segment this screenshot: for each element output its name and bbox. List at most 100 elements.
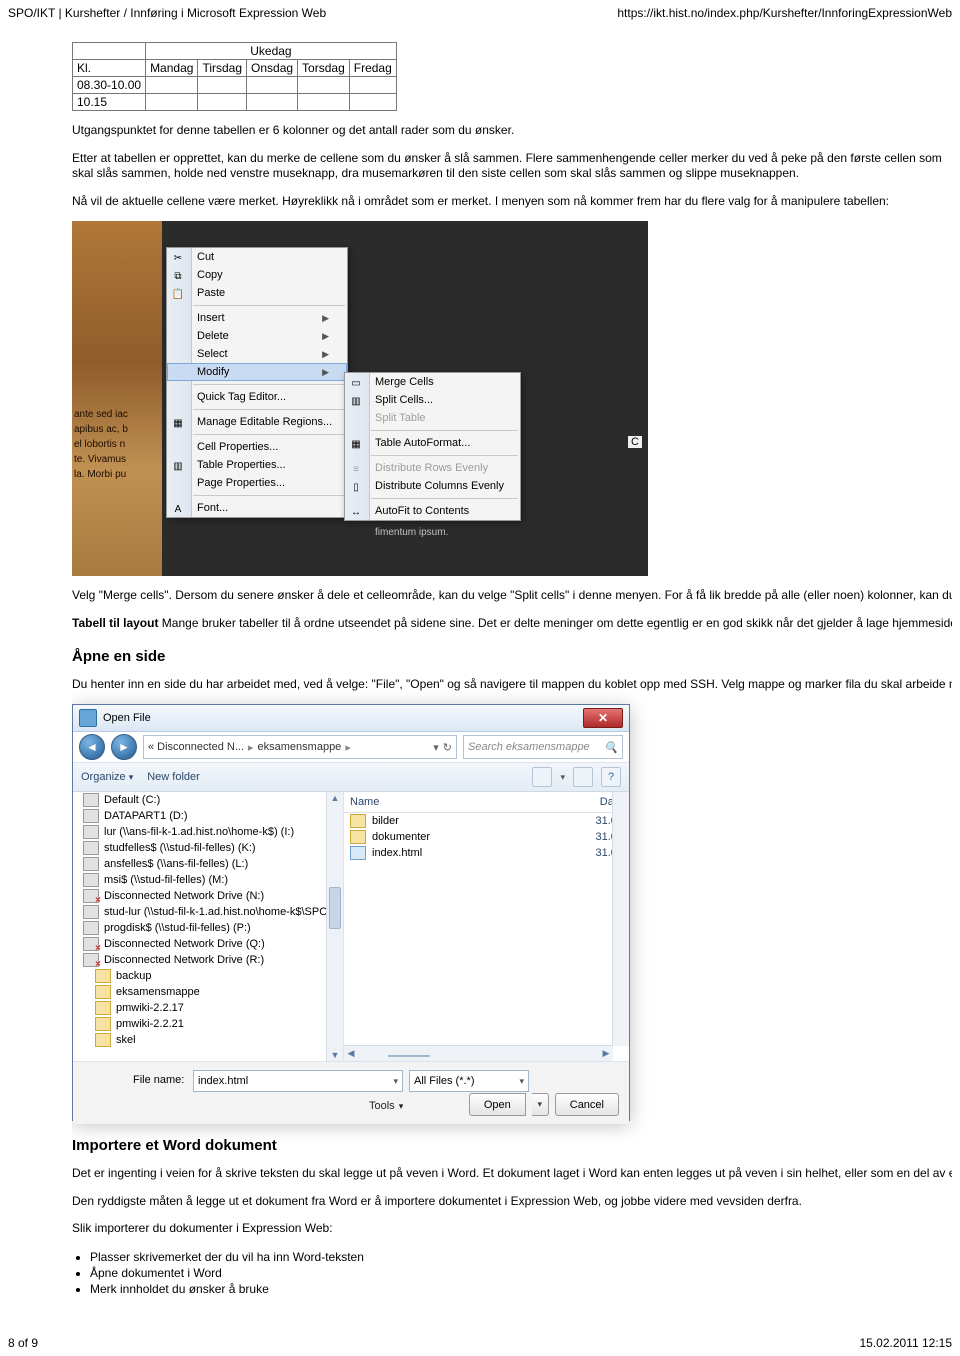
bg-text: ante sed iac bbox=[74, 409, 128, 420]
nav-tree-item[interactable]: studfelles$ (\\stud-fil-felles) (K:) bbox=[73, 840, 343, 856]
cancel-button[interactable]: Cancel bbox=[555, 1093, 619, 1116]
col-fri: Fredag bbox=[349, 60, 396, 77]
menu-item[interactable]: ▦Manage Editable Regions... bbox=[167, 413, 347, 431]
col-tue: Tirsdag bbox=[198, 60, 247, 77]
scroll-down-icon[interactable]: ▼ bbox=[330, 1049, 340, 1061]
forward-button[interactable]: ► bbox=[111, 734, 137, 760]
scrollbar-vertical[interactable] bbox=[612, 792, 629, 1046]
menu-item[interactable]: Quick Tag Editor... bbox=[167, 388, 347, 406]
nav-tree-item[interactable]: Disconnected Network Drive (N:) bbox=[73, 888, 343, 904]
dialog-titlebar: Open File ✕ bbox=[73, 705, 629, 732]
nav-tree-item[interactable]: Disconnected Network Drive (Q:) bbox=[73, 936, 343, 952]
menu-item-icon: ▭ bbox=[349, 376, 363, 390]
nav-tree-item[interactable]: pmwiki-2.2.17 bbox=[73, 1000, 343, 1016]
disconnected-drive-icon bbox=[83, 889, 99, 903]
scroll-thumb[interactable] bbox=[388, 1055, 430, 1057]
scrollbar-vertical[interactable]: ▲ ▼ bbox=[326, 792, 343, 1061]
nav-tree-item[interactable]: lur (\\ans-fil-k-1.ad.hist.no\home-k$) (… bbox=[73, 824, 343, 840]
file-row[interactable]: index.html31.01 bbox=[344, 845, 629, 861]
menu-item-label: Table Properties... bbox=[197, 459, 286, 471]
drive-icon bbox=[83, 793, 99, 807]
menu-item[interactable]: Modify▶ bbox=[167, 363, 347, 381]
menu-item-icon: ⧉ bbox=[171, 269, 185, 283]
open-split-button[interactable]: ▾ bbox=[532, 1093, 549, 1116]
menu-item[interactable]: ▭Merge Cells bbox=[345, 373, 520, 391]
bg-text: apibus ac, b bbox=[74, 424, 128, 435]
breadcrumb-part[interactable]: « Disconnected N... bbox=[148, 741, 244, 753]
scroll-up-icon[interactable]: ▲ bbox=[330, 792, 340, 804]
open-button[interactable]: Open bbox=[469, 1093, 526, 1116]
scroll-left-icon[interactable]: ◀ bbox=[344, 1047, 358, 1060]
scrollbar-horizontal[interactable]: ◀ ▶ bbox=[344, 1045, 613, 1061]
menu-item[interactable]: Cell Properties... bbox=[167, 438, 347, 456]
breadcrumb-part[interactable]: eksamensmappe bbox=[258, 741, 342, 753]
preview-button[interactable] bbox=[573, 767, 593, 787]
new-folder-button[interactable]: New folder bbox=[147, 771, 200, 783]
col-name[interactable]: Name bbox=[350, 796, 600, 808]
menu-item[interactable]: Delete▶ bbox=[167, 327, 347, 345]
nav-tree-item[interactable]: skel bbox=[73, 1032, 343, 1048]
menu-item[interactable]: 📋Paste bbox=[167, 284, 347, 302]
scroll-thumb[interactable] bbox=[329, 887, 341, 929]
help-button[interactable]: ? bbox=[601, 767, 621, 787]
file-type-filter[interactable]: All Files (*.*) ▾ bbox=[409, 1070, 529, 1092]
nav-tree-item[interactable]: stud-lur (\\stud-fil-k-1.ad.hist.no\home… bbox=[73, 904, 343, 920]
nav-tree-item[interactable]: Disconnected Network Drive (R:) bbox=[73, 952, 343, 968]
scroll-right-icon[interactable]: ▶ bbox=[599, 1047, 613, 1060]
menu-item[interactable]: ▥Table Properties... bbox=[167, 456, 347, 474]
file-row[interactable]: dokumenter31.01 bbox=[344, 829, 629, 845]
back-button[interactable]: ◄ bbox=[79, 734, 105, 760]
menu-item[interactable]: ▯Distribute Columns Evenly bbox=[345, 477, 520, 495]
nav-tree-item[interactable]: Default (C:) bbox=[73, 792, 343, 808]
nav-tree-item[interactable]: msi$ (\\stud-fil-felles) (M:) bbox=[73, 872, 343, 888]
dialog-title: Open File bbox=[103, 712, 151, 724]
search-icon: 🔍 bbox=[604, 741, 618, 754]
view-button[interactable] bbox=[532, 767, 552, 787]
file-name: index.html bbox=[372, 847, 589, 859]
menu-item[interactable]: Select▶ bbox=[167, 345, 347, 363]
chevron-down-icon[interactable]: ▾ bbox=[433, 741, 439, 754]
menu-item-label: Split Table bbox=[375, 412, 426, 424]
search-input[interactable]: Search eksamensmappe 🔍 bbox=[463, 735, 623, 759]
menu-item[interactable]: ▦Table AutoFormat... bbox=[345, 434, 520, 452]
nav-tree-item[interactable]: DATAPART1 (D:) bbox=[73, 808, 343, 824]
page-number: 8 of 9 bbox=[8, 1336, 38, 1350]
refresh-icon[interactable]: ↻ bbox=[443, 741, 452, 754]
nav-tree-label: pmwiki-2.2.21 bbox=[116, 1018, 184, 1030]
file-list[interactable]: Name Date bilder31.01dokumenter31.01inde… bbox=[344, 792, 629, 1061]
nav-tree-item[interactable]: backup bbox=[73, 968, 343, 984]
paragraph: Velg "Merge cells". Dersom du senere øns… bbox=[72, 588, 952, 604]
menu-item-icon: 📋 bbox=[171, 287, 185, 301]
menu-item[interactable]: AFont... bbox=[167, 499, 347, 517]
drive-icon bbox=[83, 857, 99, 871]
editor-background: ante sed iac apibus ac, b el lobortis n … bbox=[72, 221, 162, 576]
table-row: Ukedag bbox=[73, 43, 397, 60]
menu-item[interactable]: Page Properties... bbox=[167, 474, 347, 492]
chevron-right-icon: ▶ bbox=[322, 367, 329, 378]
menu-item[interactable]: ✂Cut bbox=[167, 248, 347, 266]
blank-icon bbox=[171, 348, 185, 362]
dialog-body: Default (C:)DATAPART1 (D:)lur (\\ans-fil… bbox=[73, 792, 629, 1061]
menu-item[interactable]: ↔AutoFit to Contents bbox=[345, 502, 520, 520]
dialog-navbar: ◄ ► « Disconnected N... ▸ eksamensmappe … bbox=[73, 732, 629, 763]
menu-item-label: Select bbox=[197, 348, 228, 360]
menu-item[interactable]: ▥Split Cells... bbox=[345, 391, 520, 409]
menu-item-label: Table AutoFormat... bbox=[375, 437, 470, 449]
nav-tree-item[interactable]: progdisk$ (\\stud-fil-felles) (P:) bbox=[73, 920, 343, 936]
file-name-input[interactable]: index.html ▾ bbox=[193, 1070, 403, 1092]
nav-tree-item[interactable]: ansfelles$ (\\ans-fil-felles) (L:) bbox=[73, 856, 343, 872]
menu-item[interactable]: ⧉Copy bbox=[167, 266, 347, 284]
nav-tree[interactable]: Default (C:)DATAPART1 (D:)lur (\\ans-fil… bbox=[73, 792, 344, 1061]
list-item: Åpne dokumentet i Word bbox=[90, 1265, 952, 1281]
menu-item[interactable]: Insert▶ bbox=[167, 309, 347, 327]
organize-button[interactable]: Organize ▾ bbox=[81, 771, 133, 783]
nav-tree-item[interactable]: pmwiki-2.2.21 bbox=[73, 1016, 343, 1032]
nav-tree-item[interactable]: eksamensmappe bbox=[73, 984, 343, 1000]
breadcrumb[interactable]: « Disconnected N... ▸ eksamensmappe ▸ ▾ … bbox=[143, 735, 457, 759]
file-row[interactable]: bilder31.01 bbox=[344, 813, 629, 829]
nav-tree-label: backup bbox=[116, 970, 151, 982]
close-button[interactable]: ✕ bbox=[583, 708, 623, 728]
tools-button[interactable]: Tools ▾ bbox=[369, 1100, 403, 1112]
chevron-right-icon: ▸ bbox=[248, 741, 254, 754]
nav-tree-label: ansfelles$ (\\ans-fil-felles) (L:) bbox=[104, 858, 248, 870]
